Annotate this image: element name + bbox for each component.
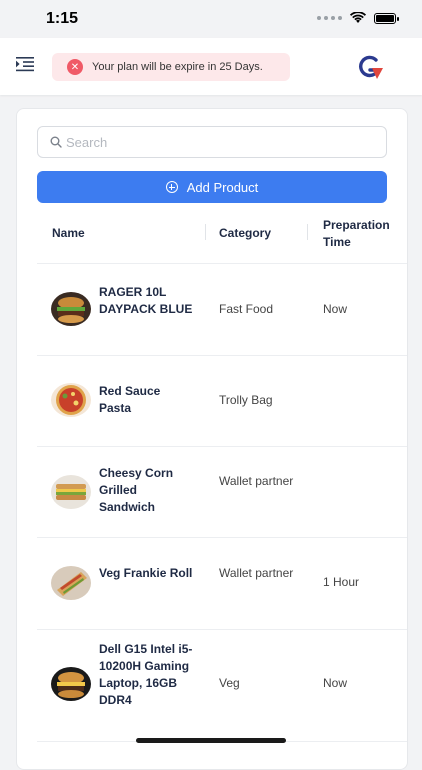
product-image-wrap — [51, 566, 91, 600]
status-bar: 1:15 — [0, 0, 422, 38]
add-product-label: Add Product — [186, 179, 259, 195]
search-field[interactable] — [37, 126, 387, 158]
table-header: Name Category Preparation Time — [37, 209, 407, 264]
column-divider — [307, 224, 308, 240]
close-circle-icon[interactable]: ✕ — [67, 59, 83, 75]
product-prep-time: Now — [323, 676, 348, 690]
signal-icon — [317, 16, 342, 20]
add-circle-icon — [165, 181, 178, 193]
table-row[interactable]: Cheesy Corn Grilled Sandwich Wallet part… — [37, 446, 407, 538]
product-name: Veg Frankie Roll — [99, 566, 193, 580]
column-header-preparation-time[interactable]: Preparation Time — [323, 217, 407, 251]
battery-icon — [374, 12, 399, 24]
product-name: Red Sauce Pasta — [99, 384, 161, 415]
product-prep-time: 1 Hour — [323, 575, 360, 589]
product-category: Veg — [219, 676, 240, 690]
wifi-icon — [350, 12, 366, 23]
add-product-button[interactable]: Add Product — [37, 171, 387, 203]
product-category: Wallet partner — [219, 566, 294, 580]
column-header-category[interactable]: Category — [219, 225, 271, 242]
status-icons — [317, 12, 399, 24]
brand-logo-icon[interactable] — [356, 54, 384, 80]
status-time: 1:15 — [46, 10, 79, 27]
product-card: Add Product Name Category Preparation Ti… — [16, 108, 408, 770]
product-prep-time: Now — [323, 302, 348, 316]
search-icon — [50, 136, 62, 148]
product-image-pizza — [51, 383, 91, 417]
plan-expiry-notice: ✕ Your plan will be expire in 25 Days. — [52, 53, 290, 81]
table-row[interactable]: Dell G15 Intel i5-10200H Gaming Laptop, … — [37, 629, 407, 742]
home-indicator[interactable] — [136, 738, 286, 743]
product-name: Cheesy Corn Grilled Sandwich — [99, 466, 174, 514]
table-row[interactable]: Veg Frankie Roll Wallet partner 1 Hour — [37, 537, 407, 630]
table-row[interactable]: Red Sauce Pasta Trolly Bag — [37, 355, 407, 447]
product-category: Wallet partner — [219, 474, 294, 488]
app-header: ✕ Your plan will be expire in 25 Days. — [0, 38, 422, 95]
product-name: RAGER 10L DAYPACK BLUE — [99, 285, 193, 316]
menu-collapse-icon[interactable] — [16, 56, 36, 72]
product-name: Dell G15 Intel i5-10200H Gaming Laptop, … — [99, 642, 193, 707]
product-image-burger — [51, 667, 91, 701]
column-divider — [205, 224, 206, 240]
column-header-name[interactable]: Name — [52, 225, 85, 242]
search-input[interactable] — [66, 127, 366, 157]
plan-expiry-text: Your plan will be expire in 25 Days. — [92, 61, 263, 73]
product-category: Fast Food — [219, 302, 274, 316]
product-image-burger — [51, 292, 91, 326]
product-category: Trolly Bag — [219, 393, 273, 407]
product-image-sandwich — [51, 475, 91, 509]
table-row[interactable]: RAGER 10L DAYPACK BLUE Fast Food Now — [37, 264, 407, 356]
